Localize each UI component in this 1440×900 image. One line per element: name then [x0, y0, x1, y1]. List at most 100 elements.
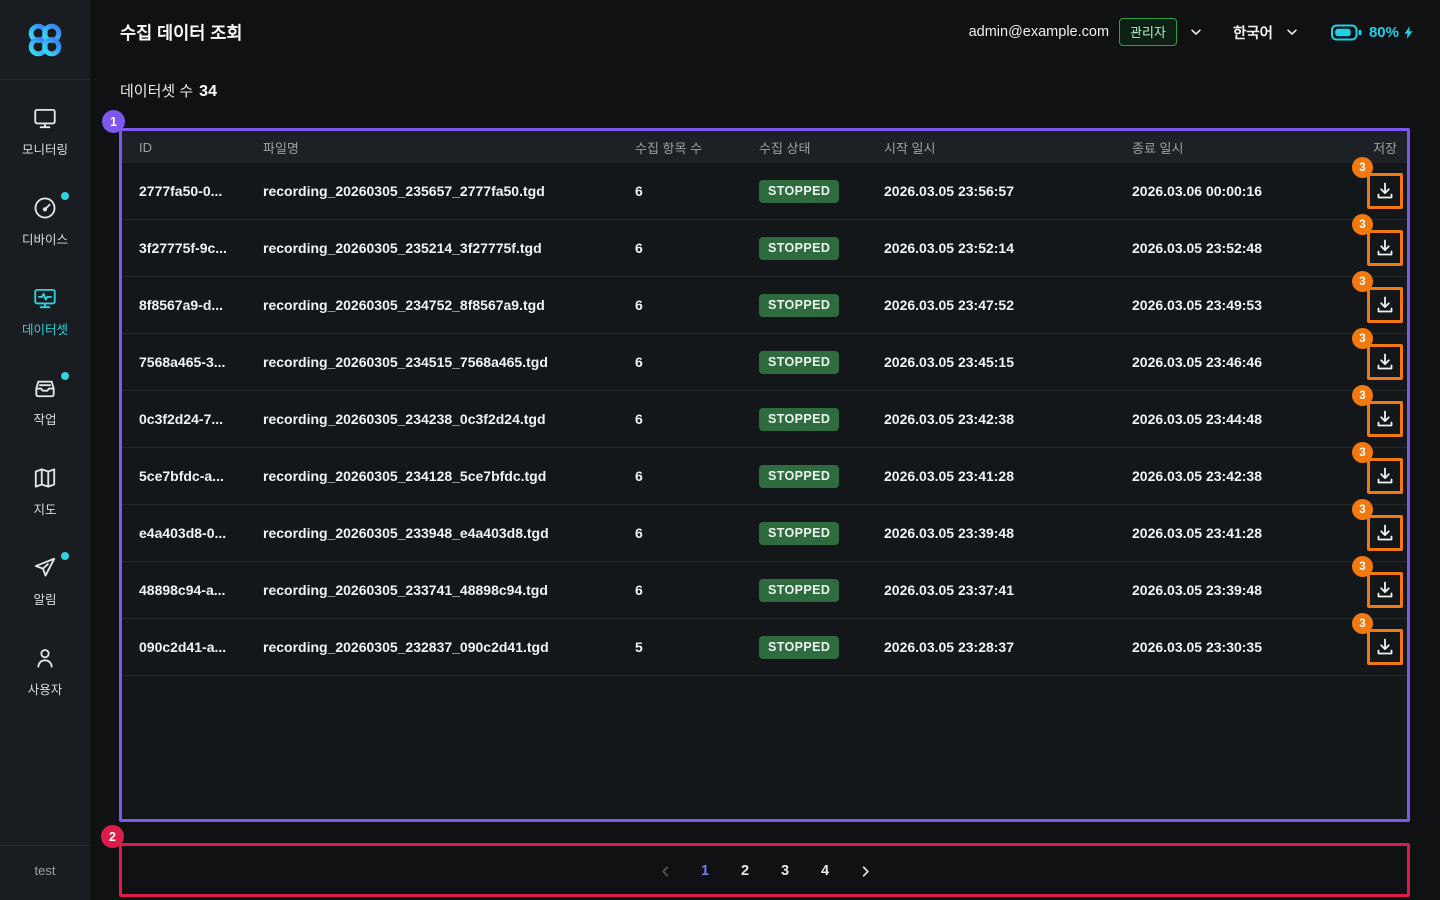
cell-start-datetime: 2026.03.05 23:52:14 — [884, 240, 1132, 256]
column-header: 시작 일시 — [884, 138, 1132, 157]
cell-id: 8f8567a9-d... — [139, 297, 263, 313]
cell-item-count: 5 — [635, 639, 759, 655]
download-button[interactable] — [1367, 344, 1403, 380]
column-header: 수집 상태 — [759, 138, 884, 157]
cell-item-count: 6 — [635, 411, 759, 427]
pagination-next-button[interactable] — [854, 856, 877, 886]
column-header: ID — [139, 140, 263, 155]
dataset-count-label: 데이터셋 수 — [120, 83, 193, 100]
som-badge-2: 2 — [101, 825, 124, 848]
sidebar-item-notifications[interactable]: 알림 — [0, 536, 90, 626]
table-row[interactable]: 8f8567a9-d... recording_20260305_234752_… — [122, 277, 1407, 334]
cell-end-datetime: 2026.03.05 23:30:35 — [1132, 639, 1362, 655]
charging-bolt-icon — [1403, 25, 1414, 40]
data-table: ID파일명수집 항목 수수집 상태시작 일시종료 일시저장 2777fa50-0… — [122, 131, 1407, 819]
sidebar-item-label: 데이터셋 — [22, 319, 68, 338]
pagination-page-4[interactable]: 4 — [814, 856, 837, 886]
cell-id: 0c3f2d24-7... — [139, 411, 263, 427]
som-badge-1: 1 — [102, 110, 125, 133]
pagination-page-3[interactable]: 3 — [774, 856, 797, 886]
chevron-down-icon[interactable] — [1189, 25, 1203, 39]
table-row[interactable]: 090c2d41-a... recording_20260305_232837_… — [122, 619, 1407, 676]
download-button[interactable] — [1367, 287, 1403, 323]
table-body: 2777fa50-0... recording_20260305_235657_… — [122, 163, 1407, 676]
battery-percent: 80% — [1369, 24, 1399, 41]
download-button[interactable] — [1367, 173, 1403, 209]
pagination-page-1[interactable]: 1 — [694, 856, 717, 886]
notification-dot — [61, 552, 69, 560]
app-logo[interactable] — [0, 0, 90, 80]
column-header: 저장 — [1362, 138, 1407, 157]
status-badge: STOPPED — [759, 636, 839, 659]
status-badge: STOPPED — [759, 351, 839, 374]
status-badge: STOPPED — [759, 522, 839, 545]
cell-start-datetime: 2026.03.05 23:47:52 — [884, 297, 1132, 313]
sidebar: 모니터링 디바이스 데이터셋 작업 지도 알림 사용자 test — [0, 0, 90, 900]
download-button[interactable] — [1367, 458, 1403, 494]
gauge-icon — [31, 194, 59, 222]
cell-end-datetime: 2026.03.05 23:46:46 — [1132, 354, 1362, 370]
cell-id: 3f27775f-9c... — [139, 240, 263, 256]
sidebar-item-label: 알림 — [33, 589, 56, 608]
cell-id: 090c2d41-a... — [139, 639, 263, 655]
status-badge: STOPPED — [759, 579, 839, 602]
pagination-page-2[interactable]: 2 — [734, 856, 757, 886]
sidebar-item-map[interactable]: 지도 — [0, 446, 90, 536]
cell-filename: recording_20260305_233948_e4a403d8.tgd — [263, 525, 635, 541]
cell-end-datetime: 2026.03.05 23:42:38 — [1132, 468, 1362, 484]
cell-end-datetime: 2026.03.05 23:52:48 — [1132, 240, 1362, 256]
table-row[interactable]: 48898c94-a... recording_20260305_233741_… — [122, 562, 1407, 619]
cell-filename: recording_20260305_234128_5ce7bfdc.tgd — [263, 468, 635, 484]
column-header: 수집 항목 수 — [635, 138, 759, 157]
user-email: admin@example.com — [969, 24, 1109, 40]
status-badge: STOPPED — [759, 180, 839, 203]
sidebar-item-users[interactable]: 사용자 — [0, 626, 90, 716]
cell-start-datetime: 2026.03.05 23:42:38 — [884, 411, 1132, 427]
status-badge: STOPPED — [759, 237, 839, 260]
cell-item-count: 6 — [635, 525, 759, 541]
cell-item-count: 6 — [635, 468, 759, 484]
cell-filename: recording_20260305_235214_3f27775f.tgd — [263, 240, 635, 256]
table-row[interactable]: 5ce7bfdc-a... recording_20260305_234128_… — [122, 448, 1407, 505]
cell-start-datetime: 2026.03.05 23:28:37 — [884, 639, 1132, 655]
download-button[interactable] — [1367, 401, 1403, 437]
table-row[interactable]: e4a403d8-0... recording_20260305_233948_… — [122, 505, 1407, 562]
sidebar-divider — [0, 845, 90, 846]
download-button[interactable] — [1367, 572, 1403, 608]
sidebar-item-monitoring[interactable]: 모니터링 — [0, 86, 90, 176]
table-header-row: ID파일명수집 항목 수수집 상태시작 일시종료 일시저장 — [122, 131, 1407, 163]
cell-id: e4a403d8-0... — [139, 525, 263, 541]
table-row[interactable]: 7568a465-3... recording_20260305_234515_… — [122, 334, 1407, 391]
status-badge: STOPPED — [759, 408, 839, 431]
battery-indicator: 80% — [1331, 24, 1414, 41]
tasks-icon — [31, 374, 59, 402]
user-icon — [31, 644, 59, 672]
cell-start-datetime: 2026.03.05 23:56:57 — [884, 183, 1132, 199]
dataset-count: 데이터셋 수 34 — [120, 80, 217, 101]
table-row[interactable]: 3f27775f-9c... recording_20260305_235214… — [122, 220, 1407, 277]
cell-start-datetime: 2026.03.05 23:37:41 — [884, 582, 1132, 598]
sidebar-item-label: 모니터링 — [22, 139, 68, 158]
cell-item-count: 6 — [635, 297, 759, 313]
cell-end-datetime: 2026.03.05 23:44:48 — [1132, 411, 1362, 427]
cell-item-count: 6 — [635, 354, 759, 370]
cell-item-count: 6 — [635, 183, 759, 199]
table-row[interactable]: 2777fa50-0... recording_20260305_235657_… — [122, 163, 1407, 220]
map-icon — [31, 464, 59, 492]
sidebar-footer-label[interactable]: test — [0, 863, 90, 878]
download-button[interactable] — [1367, 230, 1403, 266]
sidebar-item-datasets[interactable]: 데이터셋 — [0, 266, 90, 356]
download-button[interactable] — [1367, 515, 1403, 551]
sidebar-item-devices[interactable]: 디바이스 — [0, 176, 90, 266]
cell-start-datetime: 2026.03.05 23:39:48 — [884, 525, 1132, 541]
chevron-down-icon[interactable] — [1285, 25, 1299, 39]
sidebar-nav: 모니터링 디바이스 데이터셋 작업 지도 알림 사용자 — [0, 86, 90, 716]
table-row[interactable]: 0c3f2d24-7... recording_20260305_234238_… — [122, 391, 1407, 448]
status-badge: STOPPED — [759, 294, 839, 317]
language-selector[interactable]: 한국어 — [1233, 22, 1273, 43]
download-button[interactable] — [1367, 629, 1403, 665]
dataset-count-value: 34 — [199, 83, 217, 100]
pagination-prev-button[interactable] — [654, 856, 677, 886]
dataset-icon — [31, 284, 59, 312]
sidebar-item-tasks[interactable]: 작업 — [0, 356, 90, 446]
